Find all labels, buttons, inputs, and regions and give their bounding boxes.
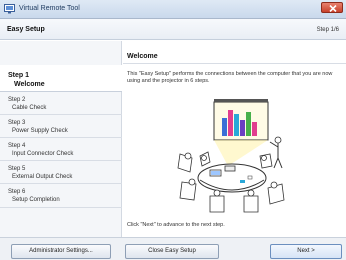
screen-bar: [222, 118, 227, 136]
divider: [123, 63, 346, 64]
page-title: Easy Setup: [7, 26, 45, 33]
presenter: [274, 136, 282, 144]
meeting-room-projector-illustration: [170, 96, 295, 214]
projector: [224, 165, 236, 172]
administrator-settings-button[interactable]: Administrator Settings...: [11, 244, 111, 259]
app-window-icon: [4, 4, 15, 14]
sidebar-step-4: Step 4 Input Connector Check: [0, 138, 122, 161]
step-number: Step 3: [8, 120, 26, 126]
screen-bar: [240, 120, 245, 136]
step-name: Setup Completion: [12, 197, 60, 203]
section-title: Welcome: [127, 53, 158, 60]
main-panel: Welcome This "Easy Setup" performs the c…: [123, 41, 346, 237]
screen-bar: [252, 122, 257, 136]
step-number: Step 1: [8, 72, 30, 79]
step-name: Power Supply Check: [12, 128, 68, 134]
step-number: Step 2: [8, 97, 26, 103]
step-number: Step 5: [8, 166, 26, 172]
close-easy-setup-button[interactable]: Close Easy Setup: [125, 244, 219, 259]
next-step-hint: Click "Next" to advance to the next step…: [127, 222, 225, 228]
step-counter: Step 1/6: [316, 27, 339, 33]
steps-sidebar: Step 1 Welcome Step 2 Cable Check Step 3…: [0, 41, 122, 237]
window-title: Virtual Remote Tool: [19, 5, 80, 12]
step-number: Step 4: [8, 143, 26, 149]
description-text: This "Easy Setup" performs the connectio…: [127, 71, 333, 84]
title-bar: Virtual Remote Tool: [0, 0, 346, 19]
step-name: Cable Check: [12, 105, 47, 111]
next-button[interactable]: Next >: [270, 244, 342, 259]
sidebar-step-2: Step 2 Cable Check: [0, 92, 122, 115]
close-icon: [329, 5, 337, 12]
page-header: Easy Setup Step 1/6: [0, 19, 346, 40]
window-close-button[interactable]: [321, 2, 343, 13]
screen-bar: [234, 114, 239, 136]
step-name: Input Connector Check: [12, 151, 74, 157]
sidebar-step-6: Step 6 Setup Completion: [0, 184, 122, 208]
footer-bar: Administrator Settings... Close Easy Set…: [0, 237, 346, 260]
step-number: Step 6: [8, 189, 26, 195]
step-name: External Output Check: [12, 174, 73, 180]
step-name: Welcome: [14, 81, 45, 88]
sidebar-step-3: Step 3 Power Supply Check: [0, 115, 122, 138]
screen-bar: [246, 112, 251, 136]
screen-bar: [228, 110, 233, 136]
sidebar-step-1: Step 1 Welcome: [0, 65, 122, 92]
sidebar-step-5: Step 5 External Output Check: [0, 161, 122, 184]
